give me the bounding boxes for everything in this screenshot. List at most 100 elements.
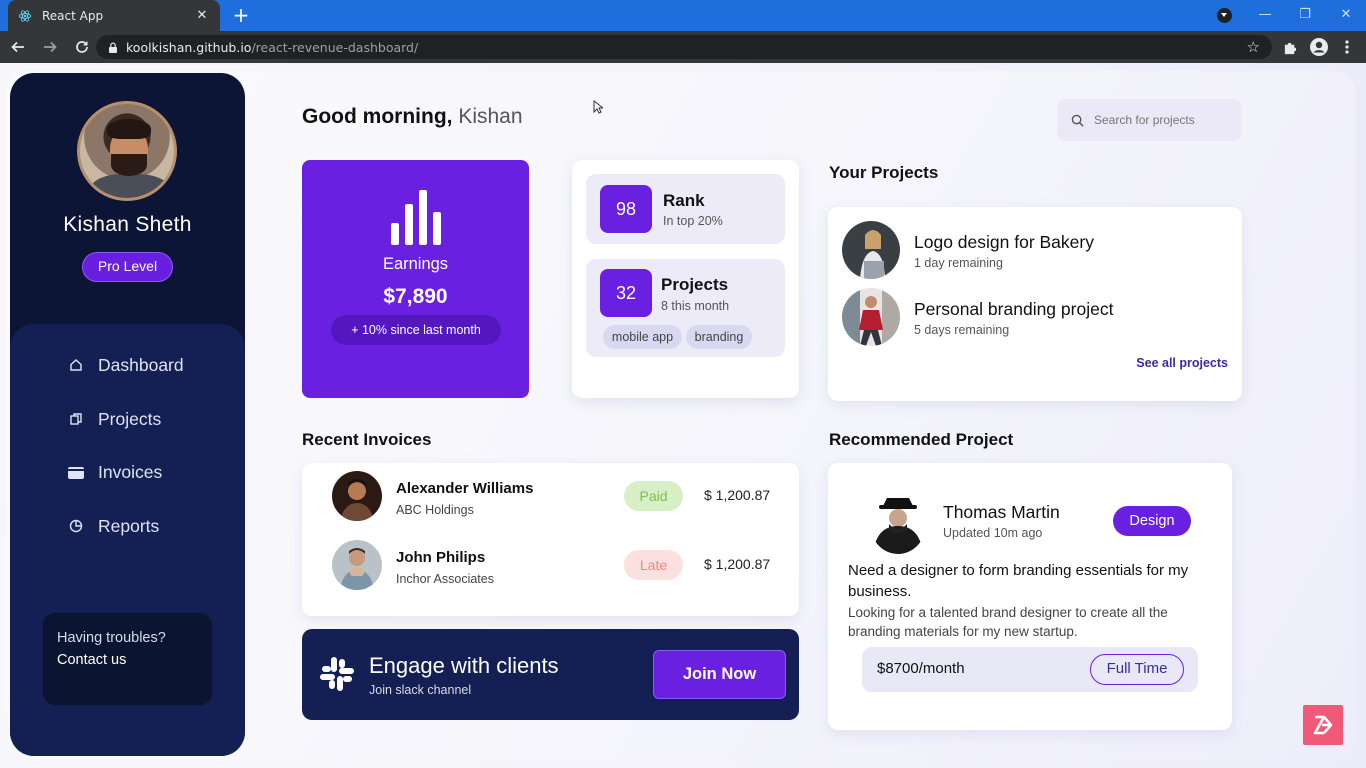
url-host: koolkishan.github.io: [126, 39, 252, 55]
invoice-row[interactable]: Alexander Williams ABC Holdings Paid $ 1…: [332, 471, 777, 521]
sidebar-item-invoices[interactable]: Invoices: [68, 457, 162, 487]
project-name: Personal branding project: [914, 299, 1114, 319]
project-item[interactable]: Personal branding project 5 days remaini…: [842, 288, 1222, 346]
sidebar: Kishan Sheth Pro Level Dashboard Project…: [10, 73, 245, 756]
rank-title: Rank: [663, 191, 705, 210]
projects-sub: 8 this month: [661, 299, 730, 313]
client-company: ABC Holdings: [396, 503, 474, 517]
bar-chart-icon: [391, 190, 441, 245]
page-greeting: Good morning, Kishan: [302, 105, 523, 129]
browser-tabstrip: React App ✕ + — ❐ ✕: [0, 0, 1366, 31]
recommender-updated: Updated 10m ago: [943, 526, 1043, 540]
status-badge-paid: Paid: [624, 481, 683, 511]
client-company: Inchor Associates: [396, 572, 494, 586]
status-badge-late: Late: [624, 550, 683, 580]
recommender-avatar: [869, 488, 927, 554]
join-now-button[interactable]: Join Now: [653, 650, 786, 699]
earnings-delta: + 10% since last month: [331, 315, 501, 345]
your-projects-title: Your Projects: [829, 163, 939, 182]
project-headline: Need a designer to form branding essenti…: [848, 562, 1189, 600]
pay-bar: $8700/month Full Time: [862, 647, 1198, 692]
recommended-card: Thomas Martin Updated 10m ago Design Nee…: [828, 463, 1232, 730]
project-remaining: 5 days remaining: [914, 323, 1010, 337]
more-menu-icon[interactable]: [1331, 31, 1363, 63]
help-box: Having troubles? Contact us: [43, 613, 212, 705]
tag-mobile-app[interactable]: mobile app: [603, 325, 682, 349]
client-name: John Philips: [396, 549, 486, 566]
see-all-projects-link[interactable]: See all projects: [1136, 356, 1228, 370]
projects-title: Projects: [661, 275, 729, 294]
address-bar[interactable]: koolkishan.github.io/react-revenue-dashb…: [96, 35, 1272, 59]
level-badge: Pro Level: [82, 252, 173, 282]
salary: $8700/month: [877, 660, 965, 677]
project-thumbnail: [842, 221, 900, 279]
bookmark-star-icon[interactable]: ☆: [1247, 39, 1260, 55]
invoice-row[interactable]: John Philips Inchor Associates Late $ 1,…: [332, 540, 777, 590]
url-path: /react-revenue-dashboard/: [251, 39, 419, 55]
project-item[interactable]: Logo design for Bakery 1 day remaining: [842, 221, 1222, 279]
tag-branding[interactable]: branding: [686, 325, 752, 349]
sidebar-item-label: Dashboard: [98, 354, 184, 375]
arrow-right-icon: [44, 41, 57, 53]
tab-title: React App: [42, 8, 104, 23]
rank-sub: In top 20%: [663, 214, 723, 228]
contact-us-link[interactable]: Contact us: [57, 649, 198, 671]
new-tab-button[interactable]: +: [230, 4, 252, 26]
slack-title: Engage with clients: [369, 653, 559, 678]
sidebar-item-projects[interactable]: Projects: [68, 404, 161, 434]
reload-button[interactable]: [68, 33, 96, 61]
recommended-project-title: Recommended Project: [829, 430, 1014, 449]
arrow-left-icon: [11, 41, 24, 53]
home-icon: [68, 357, 84, 373]
category-badge[interactable]: Design: [1113, 506, 1191, 536]
job-type-button[interactable]: Full Time: [1090, 654, 1184, 685]
mouse-cursor-icon: [593, 100, 603, 114]
pie-chart-icon: [68, 518, 84, 534]
wallet-icon: [68, 464, 84, 480]
back-button[interactable]: [4, 33, 32, 61]
sidebar-item-reports[interactable]: Reports: [68, 511, 159, 541]
close-tab-icon[interactable]: ✕: [194, 8, 210, 23]
invoices-card: Alexander Williams ABC Holdings Paid $ 1…: [302, 463, 799, 616]
sidebar-item-dashboard[interactable]: Dashboard: [68, 350, 184, 380]
client-avatar: [332, 471, 382, 521]
slack-icon: [320, 657, 354, 691]
invoice-amount: $ 1,200.87: [704, 556, 771, 572]
projects-card: Logo design for Bakery 1 day remaining P…: [828, 207, 1242, 401]
projects-count: 32: [600, 269, 652, 317]
sidebar-item-label: Invoices: [98, 461, 163, 482]
stats-card: 98 Rank In top 20% 32 Projects 8 this mo…: [572, 160, 799, 398]
help-question: Having troubles?: [57, 630, 166, 646]
browser-tab[interactable]: React App ✕: [8, 0, 220, 31]
earnings-value: $7,890: [383, 285, 448, 308]
restore-button[interactable]: ❐: [1285, 0, 1325, 31]
greeting-text: Good morning,: [302, 105, 453, 128]
extensions-puzzle-icon[interactable]: [1274, 31, 1306, 63]
project-thumbnail: [842, 288, 900, 346]
user-avatar[interactable]: [77, 101, 177, 201]
slack-card: Engage with clients Join slack channel J…: [302, 629, 799, 720]
client-name: Alexander Williams: [396, 480, 534, 497]
minimize-button[interactable]: —: [1245, 0, 1285, 31]
rank-value: 98: [600, 185, 652, 233]
earnings-label: Earnings: [382, 255, 449, 273]
greeting-name: Kishan: [458, 105, 523, 128]
search-input[interactable]: [1094, 113, 1234, 127]
search-icon: [1071, 114, 1084, 127]
close-window-button[interactable]: ✕: [1326, 0, 1366, 31]
corner-logo-icon[interactable]: [1303, 705, 1343, 745]
tab-search-icon[interactable]: [1217, 8, 1232, 23]
project-name: Logo design for Bakery: [914, 232, 1094, 252]
recommender-name: Thomas Martin: [943, 502, 1060, 522]
copy-icon: [68, 411, 84, 427]
user-name: Kishan Sheth: [63, 213, 192, 236]
reload-icon: [76, 41, 88, 53]
earnings-card: Earnings $7,890 + 10% since last month: [302, 160, 529, 398]
browser-toolbar: koolkishan.github.io/react-revenue-dashb…: [0, 31, 1366, 63]
projects-box: 32 Projects 8 this month mobile app bran…: [586, 259, 785, 357]
search-box[interactable]: [1057, 99, 1242, 141]
invoice-amount: $ 1,200.87: [704, 487, 771, 503]
project-description: Looking for a talented brand designer to…: [848, 605, 1168, 639]
forward-button[interactable]: [36, 33, 64, 61]
client-avatar: [332, 540, 382, 590]
